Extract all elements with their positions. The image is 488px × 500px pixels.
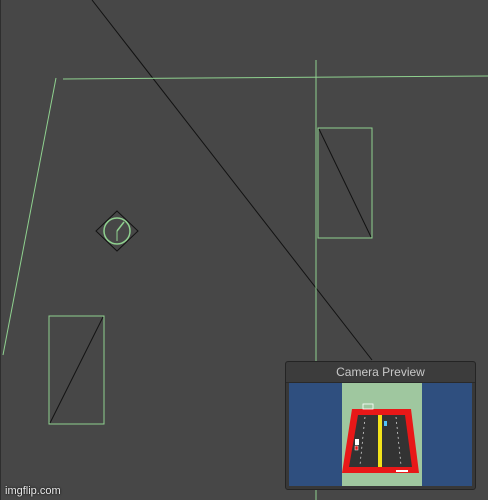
circle-gizmo[interactable] [95,210,139,252]
collider-box-left[interactable] [48,315,105,425]
camera-preview-render [289,383,472,486]
frustum-left-edge [2,77,57,356]
diagonal-line [91,0,373,361]
scene-viewport[interactable]: Camera Preview imgflip.com [0,0,488,500]
collider-box-right[interactable] [317,127,373,239]
camera-preview-title: Camera Preview [286,362,475,383]
frustum-top-edge [62,75,488,80]
imgflip-watermark: imgflip.com [5,485,61,497]
camera-preview-window[interactable]: Camera Preview [285,361,476,490]
